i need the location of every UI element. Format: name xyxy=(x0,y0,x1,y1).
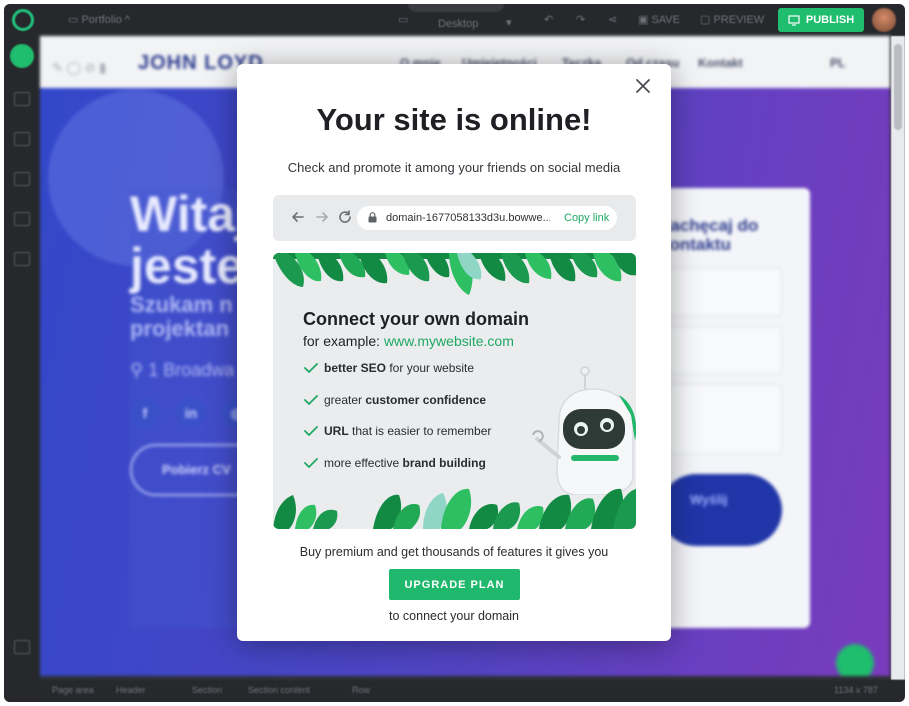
contact-email-field[interactable] xyxy=(660,326,782,374)
location-pin-icon: ⚲ xyxy=(130,360,149,380)
lock-icon xyxy=(368,212,377,223)
arrow-left-icon[interactable] xyxy=(290,209,306,225)
connect-domain-text: to connect your domain xyxy=(389,609,519,623)
upgrade-plan-button[interactable]: UPGRADE PLAN xyxy=(389,569,520,600)
domain-promo-banner: Connect your own domain for example: www… xyxy=(273,253,636,529)
promo-title: Connect your own domain xyxy=(303,309,530,329)
element-breadcrumb: Page area Header Section Section content… xyxy=(4,680,905,702)
premium-text: Buy premium and get thousands of feature… xyxy=(299,545,609,559)
leaves-bottom-decoration xyxy=(273,488,636,529)
breadcrumb-item[interactable]: Header xyxy=(116,685,146,695)
check-icon xyxy=(304,426,318,436)
arrow-right-icon[interactable] xyxy=(314,209,330,225)
chevron-down-icon: ▾ xyxy=(506,17,512,29)
breadcrumb-item[interactable]: Page area xyxy=(52,685,94,695)
visibility-toggle-button[interactable] xyxy=(836,644,874,676)
leaves-top-decoration xyxy=(273,253,636,295)
close-icon xyxy=(636,79,650,93)
save-icon: ▣ xyxy=(638,14,652,26)
hero-subtitle: Szukam n projektan xyxy=(130,292,233,341)
preview-button[interactable]: ▢ PREVIEW xyxy=(700,13,764,26)
publish-button[interactable]: PUBLISH xyxy=(778,8,864,32)
canvas-scrollbar[interactable] xyxy=(891,36,905,680)
site-online-modal: Your site is online! Check and promote i… xyxy=(237,64,671,641)
breadcrumb-item[interactable]: Row xyxy=(352,685,370,695)
apps-icon[interactable] xyxy=(14,252,30,266)
browser-address-bar: domain-1677058133d3u.bowwe... Copy link xyxy=(273,195,636,241)
chevron-up-icon: ^ xyxy=(121,14,131,26)
folder-icon: ▭ xyxy=(68,14,82,26)
modal-subtitle: Check and promote it among your friends … xyxy=(287,160,621,175)
layout-icon[interactable] xyxy=(14,92,30,106)
paint-icon[interactable] xyxy=(14,172,30,186)
feature-item: URL that is easier to remember xyxy=(303,424,491,438)
stats-icon[interactable] xyxy=(14,212,30,226)
scrollbar-thumb[interactable] xyxy=(894,44,902,130)
publish-icon xyxy=(788,14,800,26)
monitor-icon[interactable]: ▭ xyxy=(398,13,408,26)
canvas-tools: ✎ ◯ ⊘ ▮ xyxy=(52,60,107,75)
nav-item-contact[interactable]: Kontakt xyxy=(698,56,743,70)
pages-icon[interactable] xyxy=(14,132,30,146)
example-domain-link: www.mywebsite.com xyxy=(383,333,514,349)
feature-item: greater customer confidence xyxy=(303,393,486,407)
close-button[interactable] xyxy=(633,76,653,96)
canvas-size-readout: 1134 x 787 xyxy=(834,685,878,695)
check-icon xyxy=(304,363,318,373)
copy-link-button[interactable]: Copy link xyxy=(564,212,609,224)
site-url: domain-1677058133d3u.bowwe... xyxy=(386,212,550,224)
contact-title: Zachęcaj do kontaktu xyxy=(660,216,759,254)
promo-example: for example: www.mywebsite.com xyxy=(303,333,514,349)
tool-sidebar xyxy=(4,36,40,702)
share-icon[interactable]: ⋖ xyxy=(608,13,617,26)
redo-icon[interactable]: ↷ xyxy=(576,13,585,26)
facebook-icon[interactable]: f xyxy=(130,398,160,428)
user-avatar[interactable] xyxy=(872,8,896,32)
app-logo-icon[interactable] xyxy=(12,9,34,31)
undo-icon[interactable]: ↶ xyxy=(544,13,553,26)
breadcrumb-item[interactable]: Section content xyxy=(248,685,310,695)
device-tab-handle xyxy=(408,4,504,12)
editor-topbar: ▭ Portfolio ^ ▭ Desktop ▾ ↶ ↷ ⋖ ▣ SAVE ▢… xyxy=(4,4,905,36)
linkedin-icon[interactable]: in xyxy=(176,398,206,428)
url-field[interactable]: domain-1677058133d3u.bowwe... Copy link xyxy=(357,206,617,230)
preview-icon: ▢ xyxy=(700,14,714,26)
device-selector[interactable]: Desktop xyxy=(438,18,478,30)
save-button[interactable]: ▣ SAVE xyxy=(638,13,680,26)
check-icon xyxy=(304,395,318,405)
breadcrumb-item[interactable]: Section xyxy=(192,685,222,695)
hero-address: ⚲ 1 Broadwa xyxy=(130,360,235,380)
contact-name-field[interactable] xyxy=(660,268,782,316)
project-selector[interactable]: ▭ Portfolio ^ xyxy=(68,13,130,26)
send-button[interactable]: Wyślij xyxy=(660,474,782,546)
help-icon[interactable] xyxy=(14,640,30,654)
reload-icon[interactable] xyxy=(337,209,353,225)
language-switch[interactable]: PL xyxy=(830,56,845,70)
modal-title: Your site is online! xyxy=(316,102,592,137)
contact-message-field[interactable] xyxy=(660,384,782,454)
feature-item: better SEO for your website xyxy=(303,361,474,375)
add-element-button[interactable] xyxy=(10,44,34,68)
